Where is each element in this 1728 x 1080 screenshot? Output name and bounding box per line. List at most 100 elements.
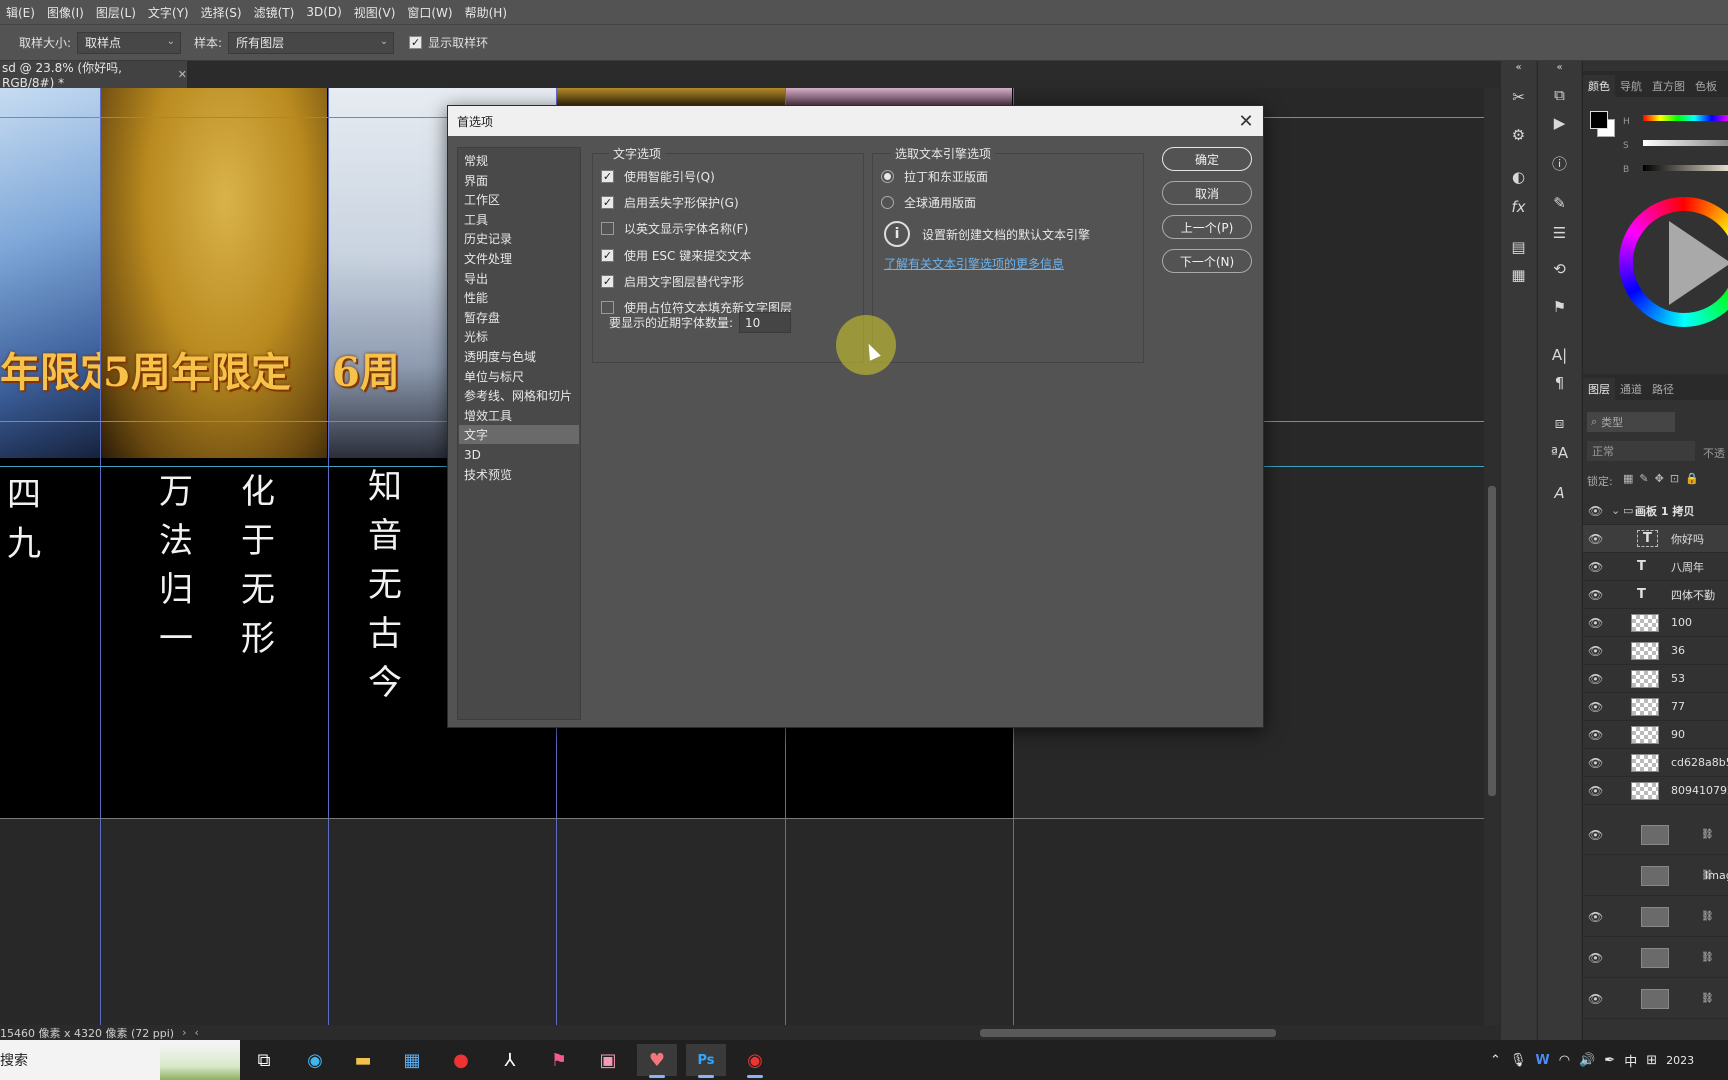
tool-presets-icon[interactable]: ⚑ <box>1547 295 1573 319</box>
layer-row[interactable]: 👁 cd628a8b5 <box>1583 749 1728 777</box>
text-option-checkbox-row[interactable]: ✓ 启用丢失字形保护(G) <box>601 194 739 211</box>
ime-indicator[interactable]: 中 <box>1624 1051 1637 1070</box>
nav-item[interactable]: 参考线、网格和切片 <box>459 386 579 405</box>
nav-item[interactable]: 单位与标尺 <box>459 367 579 386</box>
screen-recorder-icon[interactable]: ◉ <box>735 1044 775 1078</box>
visibility-eye-icon[interactable]: 👁 <box>1588 616 1603 630</box>
text-option-checkbox-row[interactable]: 以英文显示字体名称(F) <box>601 220 748 237</box>
visibility-eye-icon[interactable]: 👁 <box>1588 644 1603 658</box>
nav-item[interactable]: 导出 <box>459 269 579 288</box>
nav-item[interactable]: 工作区 <box>459 190 579 209</box>
collapse-icon[interactable]: « <box>1506 55 1532 79</box>
layer-row[interactable]: 👁 ⛓ <box>1583 897 1728 937</box>
menu-window[interactable]: 窗口(W) <box>401 4 458 21</box>
clone-source-icon[interactable]: ⚙ <box>1506 123 1532 147</box>
visibility-eye-icon[interactable]: 👁 <box>1588 728 1603 742</box>
radio-world-ready[interactable]: 全球通用版面 <box>881 194 976 211</box>
nav-item[interactable]: 常规 <box>459 151 579 170</box>
chevron-down-icon[interactable]: ⌄ <box>1611 504 1620 517</box>
nav-item[interactable]: 文件处理 <box>459 249 579 268</box>
blend-mode-select[interactable]: 正常 <box>1587 441 1695 461</box>
chevron-up-icon[interactable]: ⌃ <box>1490 1053 1501 1068</box>
task-view-icon[interactable]: ⧉ <box>244 1044 284 1076</box>
layer-group-row[interactable]: 👁 ⌄ ▭ 画板 1 拷贝 <box>1583 497 1728 525</box>
visibility-eye-icon[interactable]: 👁 <box>1588 828 1603 842</box>
nav-item[interactable]: 光标 <box>459 327 579 346</box>
sample-size-select[interactable]: 取样点 ⌄ <box>77 31 182 54</box>
paragraph-icon[interactable]: ¶ <box>1547 371 1573 395</box>
link-icon[interactable]: ⛓ <box>1701 952 1714 963</box>
info-icon[interactable]: ⓘ <box>1547 151 1573 175</box>
visibility-eye-icon[interactable]: 👁 <box>1588 532 1603 546</box>
text-option-checkbox-row[interactable]: ✓ 使用智能引号(Q) <box>601 168 715 185</box>
store-icon[interactable]: ▦ <box>392 1044 432 1076</box>
sample-select[interactable]: 所有图层 ⌄ <box>228 31 395 54</box>
pen-icon[interactable]: ✒ <box>1604 1053 1615 1068</box>
properties-icon[interactable]: ☰ <box>1547 221 1573 245</box>
brightness-slider[interactable] <box>1643 165 1728 171</box>
visibility-eye-icon[interactable]: 👁 <box>1588 951 1603 965</box>
nav-item[interactable]: 透明度与色域 <box>459 347 579 366</box>
volume-icon[interactable]: 🔊 <box>1579 1053 1595 1068</box>
layer-row[interactable]: 👁 ⛓ <box>1583 979 1728 1019</box>
actions-play-icon[interactable]: ▶ <box>1547 111 1573 135</box>
visibility-eye-icon[interactable]: 👁 <box>1588 910 1603 924</box>
network-icon[interactable]: ◠ <box>1559 1053 1570 1068</box>
history-icon[interactable]: ⧉ <box>1547 83 1573 107</box>
visibility-eye-icon[interactable]: 👁 <box>1588 700 1603 714</box>
menu-edit[interactable]: 辑(E) <box>0 4 41 21</box>
recent-fonts-input[interactable] <box>739 312 792 333</box>
learn-more-link[interactable]: 了解有关文本引擎选项的更多信息 <box>884 255 1064 272</box>
visibility-eye-icon[interactable]: 👁 <box>1588 672 1603 686</box>
styles-fx-icon[interactable]: fx <box>1506 195 1532 219</box>
notes-icon[interactable]: ▦ <box>1506 263 1532 287</box>
tab-layers[interactable]: 图层 <box>1583 378 1615 400</box>
document-tab[interactable]: sd @ 23.8% (你好吗, RGB/8#) * ✕ <box>0 61 187 90</box>
menu-layer[interactable]: 图层(L) <box>90 4 142 21</box>
menu-image[interactable]: 图像(I) <box>41 4 90 21</box>
lock-icons[interactable]: ▦✎✥⊡🔒 <box>1623 472 1705 485</box>
layer-row[interactable]: 👁 T 四体不勤 <box>1583 581 1728 609</box>
link-icon[interactable]: ⛓ <box>1701 911 1714 922</box>
character-icon[interactable]: A| <box>1547 343 1573 367</box>
checkbox[interactable] <box>601 222 614 236</box>
menu-view[interactable]: 视图(V) <box>348 4 402 21</box>
clone-source-icon[interactable]: ⟲ <box>1547 257 1573 281</box>
photoshop-icon[interactable]: Ps <box>686 1044 726 1078</box>
layer-row[interactable]: 👁 53 <box>1583 665 1728 693</box>
nav-item[interactable]: 技术预览 <box>459 465 579 484</box>
nav-item[interactable]: 工具 <box>459 210 579 229</box>
nav-item[interactable]: 文字 <box>459 425 579 445</box>
glyphs-icon[interactable]: A <box>1547 481 1573 505</box>
acrobat-icon[interactable]: ⅄ <box>490 1044 530 1076</box>
tab-histogram[interactable]: 直方图 <box>1647 75 1690 97</box>
layer-row[interactable]: 👁 ⛓ <box>1583 938 1728 978</box>
menu-select[interactable]: 选择(S) <box>195 4 248 21</box>
nav-item[interactable]: 3D <box>459 445 579 464</box>
show-ring-checkbox[interactable]: ✓ <box>409 36 423 49</box>
file-explorer-icon[interactable]: ▬ <box>343 1044 383 1076</box>
checkbox[interactable]: ✓ <box>601 248 614 262</box>
hue-slider[interactable] <box>1643 115 1728 121</box>
nav-item[interactable]: 增效工具 <box>459 406 579 425</box>
bilibili-icon[interactable]: ▣ <box>588 1044 628 1076</box>
tab-navigator[interactable]: 导航 <box>1615 75 1647 97</box>
layer-row[interactable]: 👁 90 <box>1583 721 1728 749</box>
taskbar-search-box[interactable]: 搜索 <box>0 1040 240 1080</box>
radio-latin-east-asian[interactable]: 拉丁和东亚版面 <box>881 168 988 185</box>
close-icon[interactable]: ✕ <box>1235 110 1257 132</box>
nav-item[interactable]: 性能 <box>459 288 579 307</box>
visibility-eye-icon[interactable]: 👁 <box>1588 784 1603 798</box>
vertical-scrollbar[interactable] <box>1484 88 1500 1025</box>
tab-channels[interactable]: 通道 <box>1615 378 1647 400</box>
text-option-checkbox-row[interactable]: ✓ 使用 ESC 键来提交文本 <box>601 247 751 264</box>
nav-item[interactable]: 历史记录 <box>459 229 579 248</box>
layer-filter-select[interactable]: ⌕ 类型 <box>1587 412 1675 432</box>
menu-help[interactable]: 帮助(H) <box>459 4 513 21</box>
link-icon[interactable]: ⛓ <box>1701 829 1714 840</box>
adjustments-icon[interactable]: ◐ <box>1506 165 1532 189</box>
layer-row[interactable]: 👁 100 <box>1583 609 1728 637</box>
visibility-eye-icon[interactable]: 👁 <box>1588 504 1603 518</box>
layer-row[interactable]: 👁 809410792 <box>1583 777 1728 805</box>
collapse-icon[interactable]: « <box>1547 55 1573 79</box>
